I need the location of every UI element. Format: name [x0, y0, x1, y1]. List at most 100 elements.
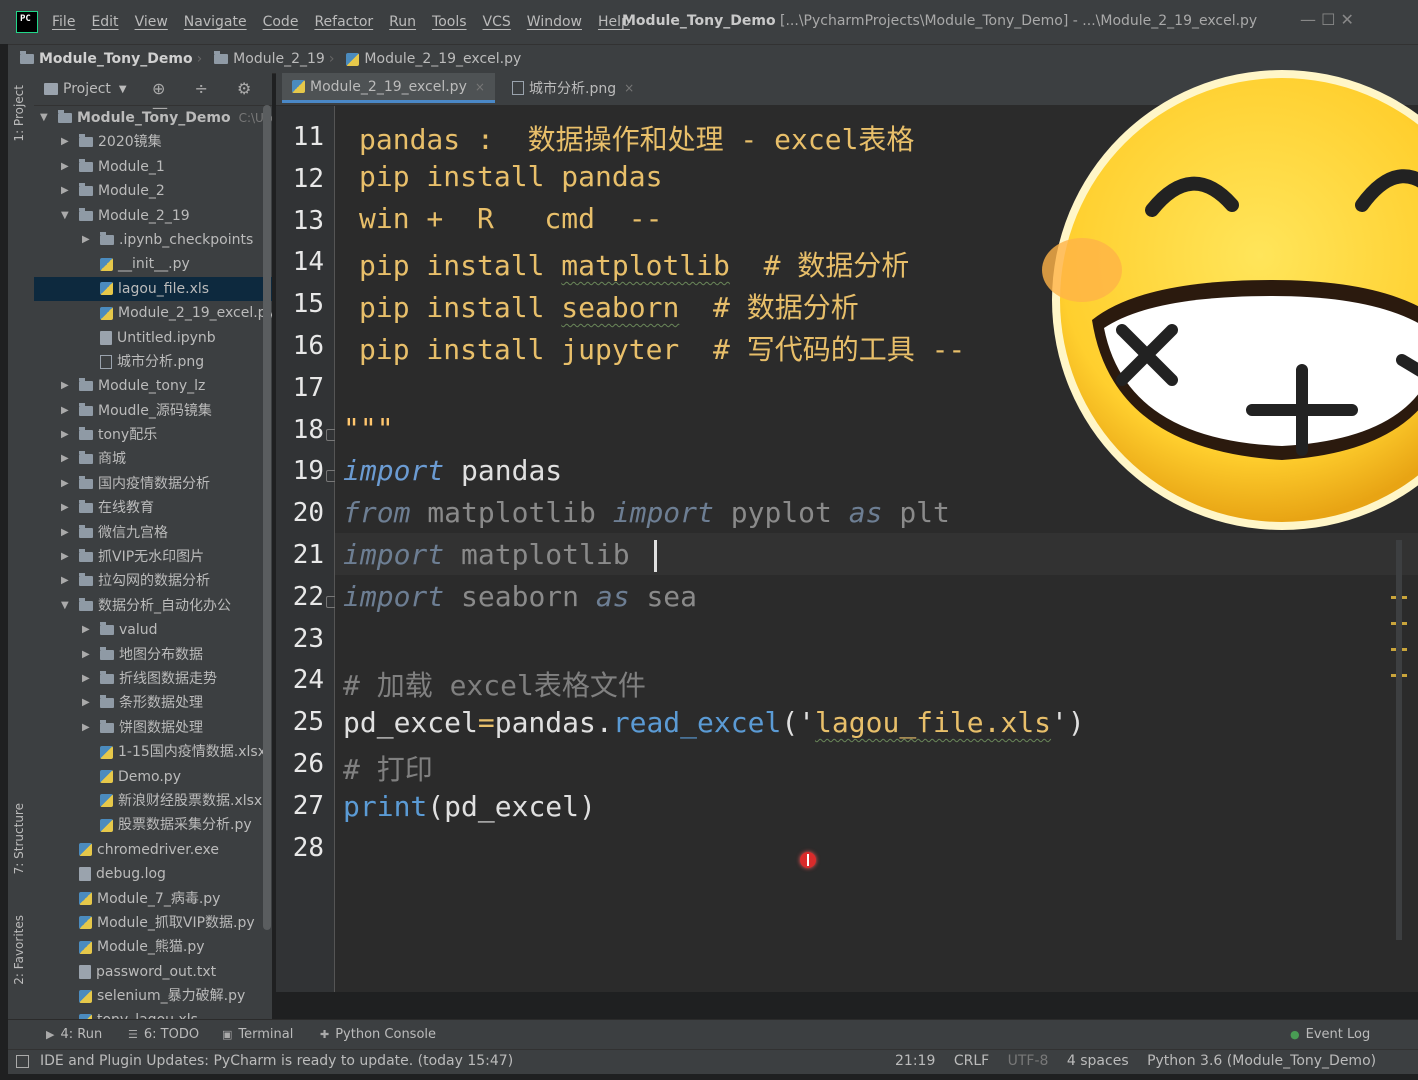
chevron-right-icon[interactable]: ▶ — [61, 423, 69, 447]
tree-folder[interactable]: ▶ .ipynb_checkpoints — [34, 228, 272, 252]
chevron-right-icon[interactable]: ▶ — [82, 716, 90, 740]
project-scrollbar[interactable] — [263, 105, 271, 930]
indent-setting[interactable]: 4 spaces — [1067, 1053, 1129, 1069]
editor-scrollbar[interactable] — [1396, 540, 1402, 940]
status-message[interactable]: IDE and Plugin Updates: PyCharm is ready… — [40, 1053, 513, 1069]
menu-code[interactable]: Code — [263, 14, 299, 30]
tree-file[interactable]: Module_7_病毒.py — [34, 887, 272, 911]
tree-file[interactable]: selenium_暴力破解.py — [34, 984, 272, 1008]
chevron-right-icon[interactable]: ▶ — [61, 496, 69, 520]
chevron-right-icon[interactable]: ▶ — [61, 569, 69, 593]
tree-file[interactable]: 股票数据采集分析.py — [34, 813, 272, 837]
chevron-right-icon[interactable]: ▶ — [82, 643, 90, 667]
tree-item-label: 新浪财经股票数据.xlsx — [100, 789, 262, 813]
menu-run[interactable]: Run — [389, 14, 416, 30]
tree-folder[interactable]: ▼ 数据分析_自动化办公 — [34, 594, 272, 618]
menu-vcs[interactable]: VCS — [483, 14, 511, 30]
tree-folder[interactable]: ▶ 商城 — [34, 447, 272, 471]
tab-module-2-19-excel[interactable]: Module_2_19_excel.py × — [282, 73, 495, 103]
tree-folder[interactable]: ▶ Module_tony_lz — [34, 374, 272, 398]
tool-tab-favorites[interactable]: 2: Favorites — [12, 915, 26, 985]
tree-file[interactable]: Demo.py — [34, 765, 272, 789]
menu-edit[interactable]: Edit — [91, 14, 118, 30]
tree-file[interactable]: Untitled.ipynb — [34, 326, 272, 350]
chevron-down-icon[interactable]: ▼ — [61, 594, 69, 618]
python-interpreter[interactable]: Python 3.6 (Module_Tony_Demo) — [1147, 1053, 1376, 1069]
tree-file[interactable]: chromedriver.exe — [34, 838, 272, 862]
tree-file[interactable]: 新浪财经股票数据.xlsx — [34, 789, 272, 813]
tool-tab-terminal[interactable]: ▣ Terminal — [222, 1027, 293, 1042]
menu-navigate[interactable]: Navigate — [184, 14, 247, 30]
tree-folder[interactable]: ▶ 2020镜集 — [34, 130, 272, 154]
close-icon[interactable]: × — [475, 80, 485, 94]
line-number: 12 — [292, 163, 324, 194]
tree-folder[interactable]: ▶ 在线教育 — [34, 496, 272, 520]
tool-tab-event-log[interactable]: ● Event Log — [1290, 1027, 1370, 1042]
code-line-10-partial: ▪ ▪ ▪ ▪▪ ▪▪▪ ▪▪▪ — [355, 106, 625, 113]
tree-file[interactable]: lagou_file.xls — [34, 276, 272, 302]
breadcrumb-module[interactable]: Module_2_19 — [214, 51, 325, 67]
tree-file[interactable]: password_out.txt — [34, 960, 272, 984]
chevron-right-icon[interactable]: ▶ — [82, 228, 90, 252]
tool-tab-run[interactable]: ▶ 4: Run — [46, 1027, 102, 1042]
tree-folder[interactable]: ▶ tony配乐 — [34, 423, 272, 447]
tree-file[interactable]: __init__.py — [34, 252, 272, 276]
tree-folder[interactable]: ▶ Module_2 — [34, 179, 272, 203]
menu-window[interactable]: Window — [527, 14, 582, 30]
chevron-right-icon[interactable]: ▶ — [82, 618, 90, 642]
tab-city-analysis-png[interactable]: 城市分析.png × — [502, 73, 644, 103]
chevron-right-icon[interactable]: ▶ — [61, 155, 69, 179]
tree-folder[interactable]: ▶ Module_1 — [34, 155, 272, 179]
tree-folder[interactable]: ▼ Module_Tony_DemoC:\Use — [34, 106, 272, 130]
chevron-right-icon[interactable]: ▶ — [61, 130, 69, 154]
tree-file[interactable]: Module_熊猫.py — [34, 935, 272, 959]
chevron-right-icon[interactable]: ▶ — [61, 447, 69, 471]
tree-item-text: Module_2_19_excel.py — [118, 305, 272, 322]
tree-file[interactable]: Module_2_19_excel.py — [34, 301, 272, 325]
menu-tools[interactable]: Tools — [432, 14, 467, 30]
tree-file[interactable]: Module_抓取VIP数据.py — [34, 911, 272, 935]
chevron-right-icon[interactable]: ▶ — [61, 472, 69, 496]
chevron-down-icon[interactable]: ▼ — [40, 106, 48, 130]
tree-folder[interactable]: ▶ 地图分布数据 — [34, 643, 272, 667]
chevron-right-icon[interactable]: ▶ — [82, 667, 90, 691]
tree-folder[interactable]: ▶ 抓VIP无水印图片 — [34, 545, 272, 569]
tree-folder[interactable]: ▶ 微信九宫格 — [34, 521, 272, 545]
code-line-14: pip install matplotlib # 数据分析 — [359, 249, 910, 282]
line-separator[interactable]: CRLF — [954, 1053, 989, 1069]
chevron-right-icon[interactable]: ▶ — [61, 179, 69, 203]
chevron-right-icon[interactable]: ▶ — [61, 545, 69, 569]
tree-folder[interactable]: ▶ Moudle_源码镜集 — [34, 399, 272, 423]
tree-folder[interactable]: ▶ 饼图数据处理 — [34, 716, 272, 740]
chevron-down-icon[interactable]: ▼ — [61, 204, 69, 228]
tool-tab-todo[interactable]: ☰ 6: TODO — [128, 1027, 199, 1042]
tree-file[interactable]: 城市分析.png — [34, 350, 272, 374]
window-controls[interactable]: — ☐ ✕ — [1300, 10, 1354, 29]
tree-folder[interactable]: ▶ 拉勾网的数据分析 — [34, 569, 272, 593]
tree-folder[interactable]: ▶ 折线图数据走势 — [34, 667, 272, 691]
breadcrumb-project[interactable]: Module_Tony_Demo — [20, 51, 193, 67]
tree-file[interactable]: debug.log — [34, 862, 272, 886]
caret-position[interactable]: 21:19 — [895, 1053, 935, 1069]
menu-file[interactable]: File — [52, 14, 75, 30]
file-encoding[interactable]: UTF-8 — [1008, 1053, 1049, 1069]
tree-file[interactable]: tony_lagou.xls — [34, 1008, 272, 1019]
chevron-right-icon[interactable]: ▶ — [61, 374, 69, 398]
project-view-selector[interactable]: Project ▼ — [44, 81, 127, 97]
tool-tab-python-console[interactable]: ✚ Python Console — [320, 1027, 436, 1042]
tree-folder[interactable]: ▼ Module_2_19 — [34, 204, 272, 228]
tree-folder[interactable]: ▶ valud — [34, 618, 272, 642]
tool-tab-project[interactable]: 1: Project — [12, 85, 26, 142]
menu-refactor[interactable]: Refactor — [314, 14, 373, 30]
tree-folder[interactable]: ▶ 条形数据处理 — [34, 691, 272, 715]
close-icon[interactable]: × — [624, 81, 634, 95]
chevron-right-icon[interactable]: ▶ — [82, 691, 90, 715]
tree-folder[interactable]: ▶ 国内疫情数据分析 — [34, 472, 272, 496]
chevron-right-icon[interactable]: ▶ — [61, 521, 69, 545]
tool-tab-structure[interactable]: 7: Structure — [12, 803, 26, 874]
menu-view[interactable]: View — [135, 14, 168, 30]
tool-windows-toggle-icon[interactable] — [16, 1055, 29, 1068]
tree-file[interactable]: 1-15国内疫情数据.xlsx — [34, 740, 272, 764]
chevron-right-icon[interactable]: ▶ — [61, 399, 69, 423]
breadcrumb-file[interactable]: Module_2_19_excel.py — [346, 51, 521, 67]
